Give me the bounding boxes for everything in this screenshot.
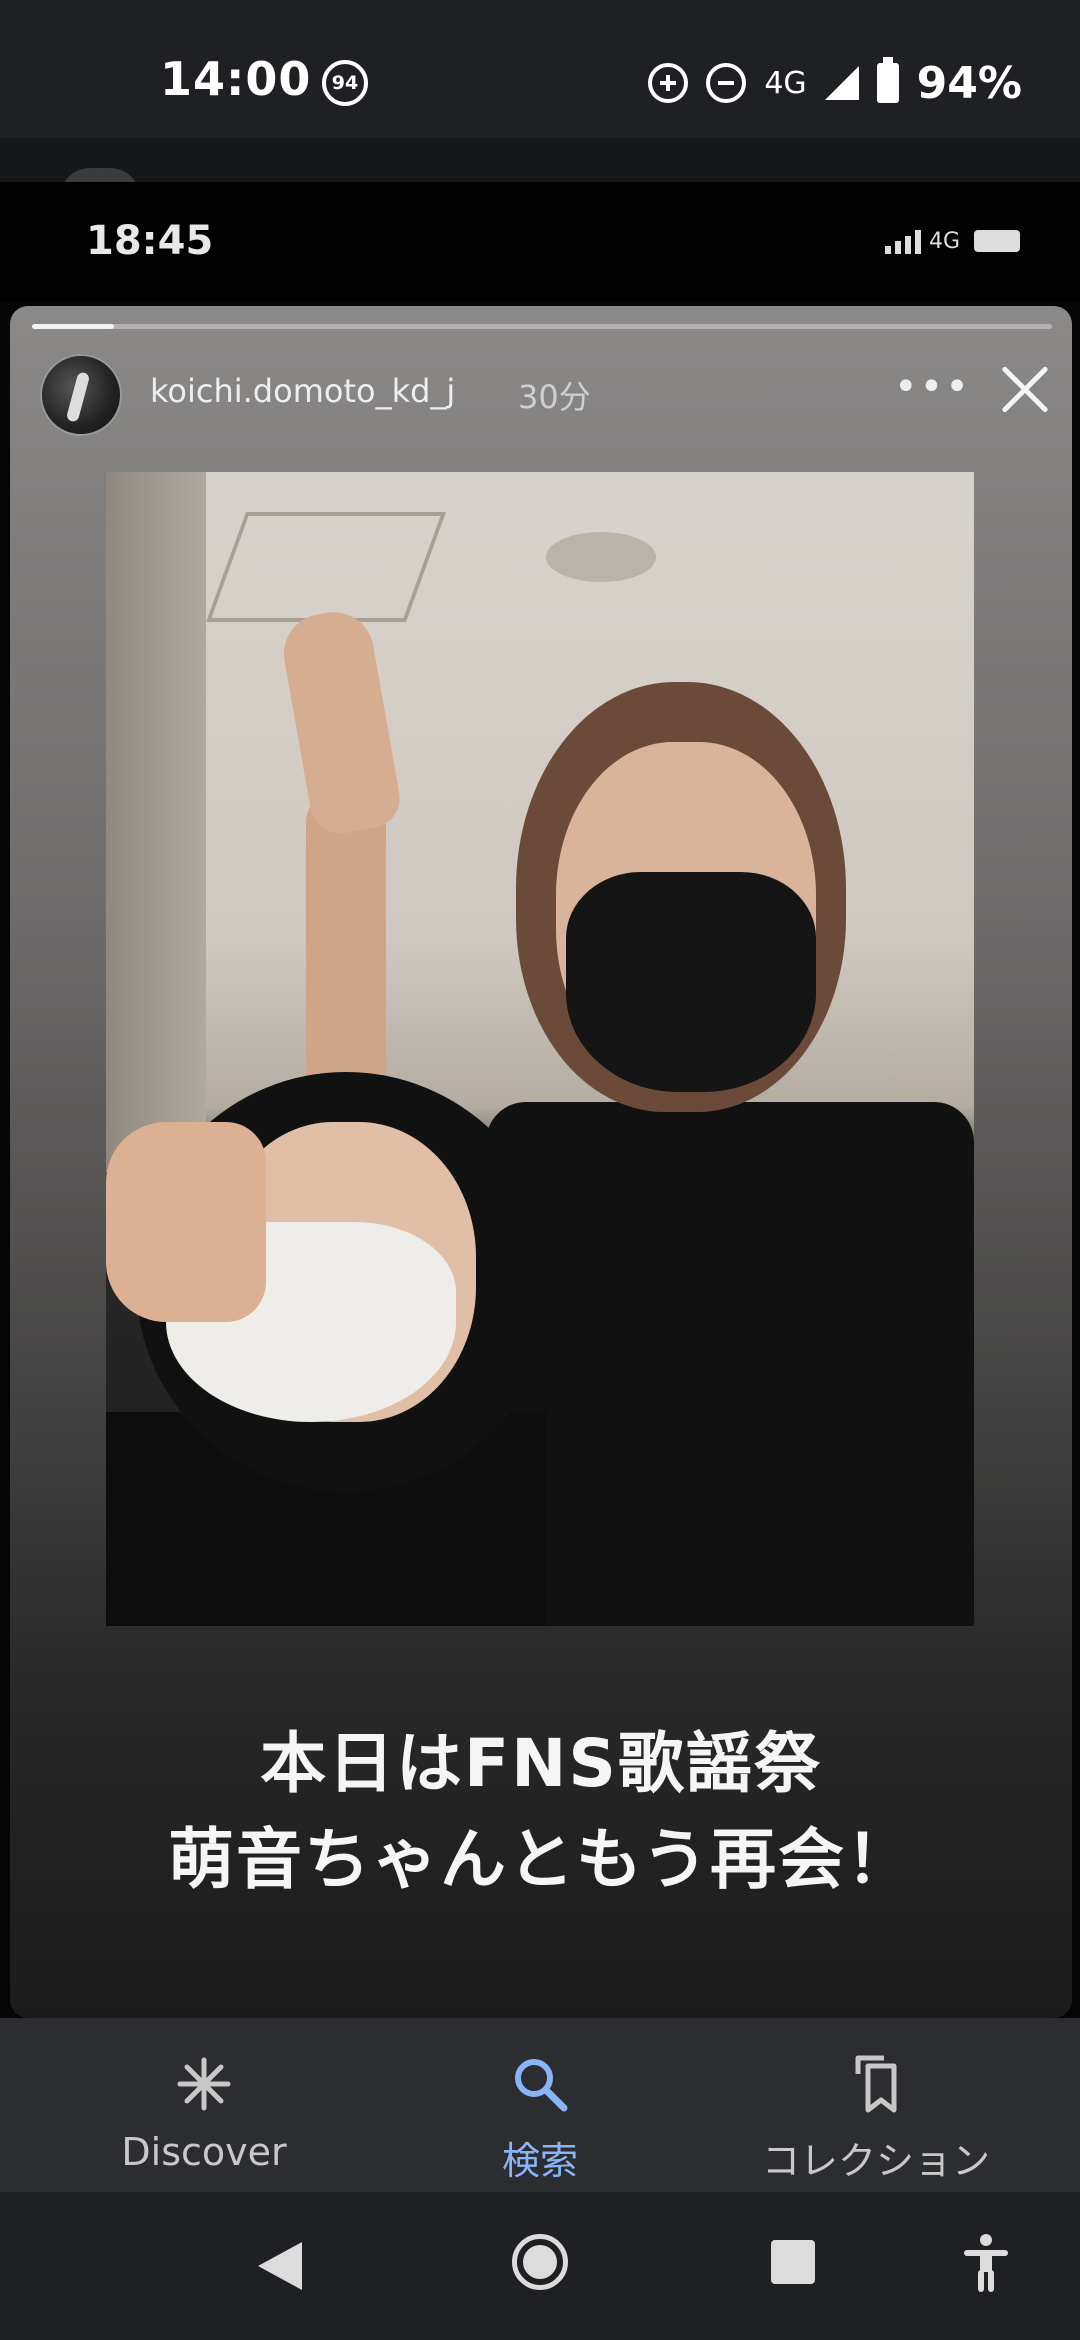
photo-pillar [106,472,206,1172]
data-saver-icon [648,63,689,103]
search-icon [515,2059,568,2112]
nav-discover-label: Discover [121,2130,287,2174]
battery-icon [876,57,899,103]
nav-search-label: 検索 [501,2139,578,2183]
photo-peace-sign [277,605,405,839]
accessibility-icon[interactable] [960,2232,1012,2292]
inner-battery-icon [974,230,1020,252]
story-card: koichi.domoto_kd_j 30分 ••• 本日はFNS歌謡祭 萌音ち… [10,306,1072,2018]
inner-signal-icon [884,228,921,254]
battery-percent: 94% [916,57,1022,109]
nav-collection-label: コレクション [761,2139,990,2183]
story-caption-line1: 本日はFNS歌謡祭 [260,1725,822,1802]
photo-ceiling-light [546,532,656,582]
photo-person-shirt [486,1102,974,1626]
back-icon[interactable] [258,2242,302,2290]
story-progress-bar [32,324,1052,329]
story-progress-fill [32,324,114,329]
asterisk-icon [177,2057,231,2111]
nav-discover[interactable]: Discover [24,2018,384,2192]
photo-peace-sign-2 [106,1122,266,1322]
nav-collection[interactable]: コレクション [696,2018,1056,2192]
recents-icon[interactable] [771,2240,815,2284]
more-options-icon: ••• [894,364,971,410]
notification-count-icon: 94 [322,60,368,106]
inner-status-bar: 18:45 4G [0,182,1080,302]
status-icons: 4G 94% [648,56,1022,110]
signal-icon [824,66,859,100]
close-icon [990,354,1060,424]
status-time: 14:00 [160,52,312,106]
bottom-navigation: Discover 検索 コレクション [0,2018,1080,2192]
inner-status-icons: 4G [884,228,1020,254]
status-bar: 14:00 94 4G 94% [0,0,1080,138]
story-username: koichi.domoto_kd_j [150,372,456,410]
photo-ceiling-panel [205,512,447,622]
bookmarks-icon [855,2055,897,2113]
do-not-disturb-icon [706,63,747,103]
photo-black-mask [566,872,816,1092]
header-strip [0,138,1080,182]
story-avatar [40,354,122,436]
inner-status-time: 18:45 [86,218,214,264]
system-navigation-bar [0,2192,1080,2340]
network-type: 4G [764,65,807,101]
home-icon[interactable] [512,2234,568,2290]
inner-network-type: 4G [928,228,960,254]
story-photo [106,472,974,1626]
nav-search[interactable]: 検索 [360,2018,720,2192]
story-screenshot-image[interactable]: 18:45 4G koichi.domoto_kd_j 30分 ••• 本日はF… [0,182,1080,2018]
story-posted-time: 30分 [518,378,591,416]
story-caption-line2: 萌音ちゃんともう再会！ [167,1821,915,1898]
